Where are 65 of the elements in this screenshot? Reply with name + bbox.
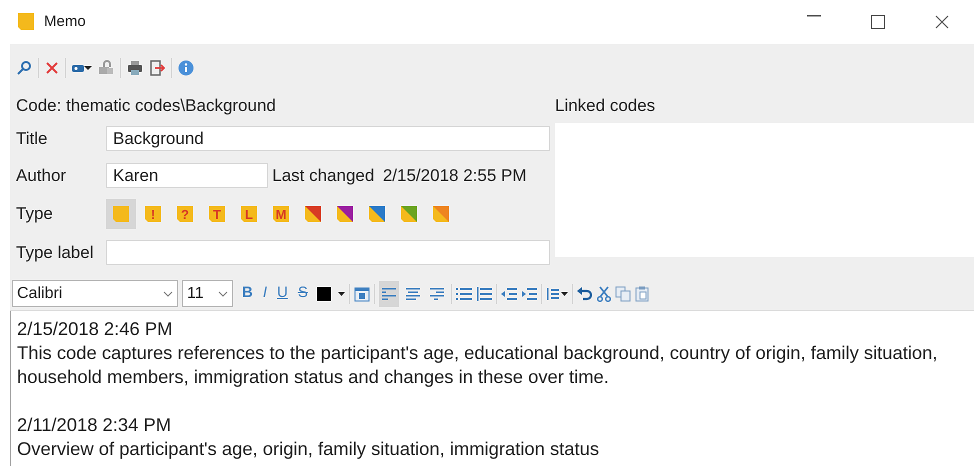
numbered-list-icon[interactable] [476, 286, 492, 300]
note-icon: L [240, 205, 258, 223]
memo-type-button[interactable]: L [234, 199, 264, 229]
note-icon [304, 205, 322, 223]
increase-indent-icon[interactable] [521, 286, 538, 300]
memo-timestamp: 2/11/2018 2:34 PM [17, 413, 172, 437]
text-style-button[interactable]: B [237, 280, 258, 306]
type-label-field[interactable] [106, 240, 550, 265]
text-style-button[interactable]: I [258, 280, 272, 306]
align-left-button[interactable] [378, 280, 399, 306]
cut-icon[interactable] [597, 286, 612, 302]
calendar-icon[interactable] [354, 286, 370, 302]
align-right-icon [430, 288, 444, 300]
export-icon[interactable] [149, 60, 165, 76]
maximize-icon[interactable] [871, 15, 885, 29]
note-icon: M [272, 205, 290, 223]
memo-timestamp: 2/15/2018 2:46 PM [17, 317, 174, 341]
note-icon: ? [176, 205, 194, 223]
chevron-down-icon [218, 290, 228, 296]
text-style-button[interactable]: U [272, 280, 293, 306]
close-icon[interactable] [935, 15, 949, 29]
last-changed-label: Last changed [272, 164, 374, 187]
font-dropdown[interactable]: Calibri [12, 280, 178, 307]
delete-icon[interactable] [45, 61, 59, 75]
decrease-indent-icon[interactable] [501, 286, 518, 300]
memo-type-button[interactable]: T [202, 199, 232, 229]
linked-codes-label: Linked codes [555, 95, 656, 118]
memo-text: Overview of participant's age, origin, family situation, immigration status [17, 437, 600, 461]
copy-icon[interactable] [615, 286, 632, 302]
font-size-dropdown[interactable]: 11 [182, 280, 233, 307]
note-icon [400, 205, 418, 223]
memo-type-button[interactable]: M [266, 199, 296, 229]
note-icon: ! [144, 205, 162, 223]
note-icon: T [208, 205, 226, 223]
window-title: Memo [44, 12, 86, 32]
bullet-list-icon[interactable] [456, 286, 472, 300]
chevron-down-icon [163, 290, 173, 296]
title-label: Title [16, 128, 48, 150]
note-icon [112, 205, 130, 223]
align-center-icon [406, 288, 420, 300]
undo-icon[interactable] [577, 286, 594, 300]
note-icon [336, 205, 354, 223]
type-label: Type [16, 203, 54, 226]
line-spacing-icon[interactable] [546, 286, 568, 300]
text-color-icon[interactable] [316, 286, 345, 300]
info-icon[interactable] [178, 60, 194, 76]
last-changed-value: 2/15/2018 2:55 PM [382, 164, 527, 187]
note-icon [432, 205, 450, 223]
minimize-icon[interactable] [807, 15, 821, 17]
note-icon [368, 205, 386, 223]
text-style-button[interactable]: S [292, 280, 313, 306]
paste-icon[interactable] [635, 286, 650, 302]
type-label-label: Type label [16, 242, 94, 264]
search-icon[interactable] [16, 60, 32, 76]
memo-type-button[interactable]: ! [138, 199, 168, 229]
author-label: Author [16, 164, 68, 187]
code-path-label: Code: thematic codes\Background [16, 95, 276, 118]
memo-type-button[interactable]: ? [170, 199, 200, 229]
memo-editor[interactable] [10, 311, 974, 466]
memo-icon [16, 12, 36, 32]
align-left-icon [382, 288, 396, 300]
print-icon[interactable] [127, 60, 143, 76]
tag-icon[interactable] [72, 62, 92, 74]
memo-text: This code captures references to the participant's age, educational background, country of origin, family situation, household members, immigration status and changes in these over time. [17, 341, 938, 389]
lock-icon[interactable] [98, 60, 114, 76]
